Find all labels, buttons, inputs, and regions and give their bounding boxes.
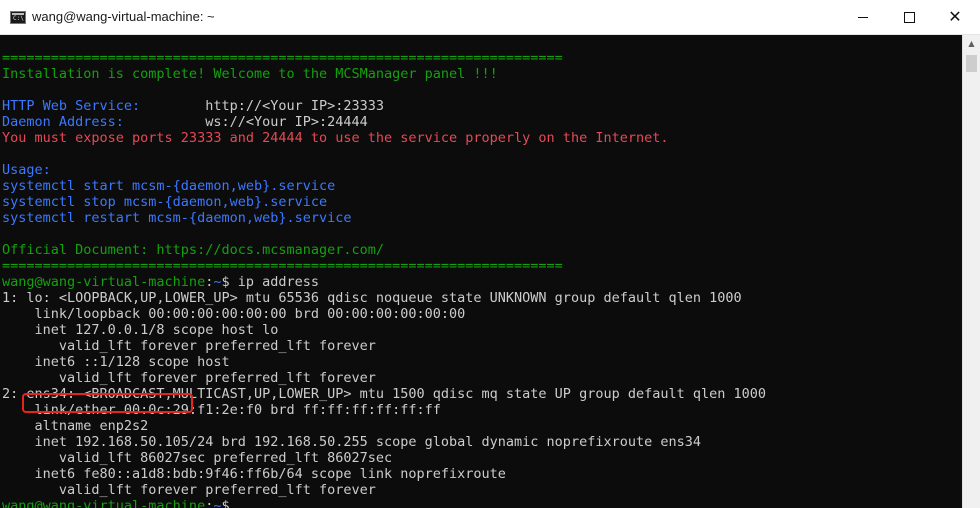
- terminal-text: inet 192.168.50.105/24 brd 192.168.50.25…: [2, 434, 701, 450]
- terminal-text: inet 127.0.0.1/8 scope host lo: [2, 322, 279, 338]
- terminal-text: ========================================…: [2, 50, 563, 66]
- terminal-text: $ ip address: [221, 274, 320, 290]
- terminal-text: systemctl start mcsm-{daemon,web}.servic…: [2, 178, 336, 194]
- terminal-line: inet 127.0.0.1/8 scope host lo: [2, 322, 766, 338]
- terminal-text: 1: lo: <LOOPBACK,UP,LOWER_UP> mtu 65536 …: [2, 290, 742, 306]
- minimize-button[interactable]: [840, 0, 886, 34]
- terminal-line: HTTP Web Service: http://<Your IP>:23333: [2, 98, 766, 114]
- console-icon: [10, 11, 26, 24]
- vertical-scrollbar[interactable]: ▲: [962, 35, 980, 508]
- window-title: wang@wang-virtual-machine: ~: [32, 9, 215, 24]
- terminal-line: Usage:: [2, 162, 766, 178]
- terminal-line: Daemon Address: ws://<Your IP>:24444: [2, 114, 766, 130]
- terminal-line: Official Document: https://docs.mcsmanag…: [2, 242, 766, 258]
- minimize-icon: [858, 16, 868, 18]
- terminal-text: $: [221, 498, 230, 508]
- terminal-line: wang@wang-virtual-machine:~$: [2, 498, 766, 508]
- title-bar[interactable]: wang@wang-virtual-machine: ~ ✕: [0, 0, 980, 35]
- terminal-line: You must expose ports 23333 and 24444 to…: [2, 130, 766, 146]
- terminal-text: valid_lft 86027sec preferred_lft 86027se…: [2, 450, 393, 466]
- close-icon: ✕: [948, 7, 962, 26]
- terminal-line: ========================================…: [2, 258, 766, 274]
- terminal-line: valid_lft forever preferred_lft forever: [2, 482, 766, 498]
- scroll-up-button[interactable]: ▲: [963, 35, 980, 52]
- terminal-line: altname enp2s2: [2, 418, 766, 434]
- terminal-line: valid_lft 86027sec preferred_lft 86027se…: [2, 450, 766, 466]
- ip-address-highlight: [22, 393, 193, 413]
- terminal-window: wang@wang-virtual-machine: ~ ✕ =========…: [0, 0, 980, 508]
- terminal-text: altname enp2s2: [2, 418, 149, 434]
- terminal-text: valid_lft forever preferred_lft forever: [2, 482, 376, 498]
- terminal-line: systemctl start mcsm-{daemon,web}.servic…: [2, 178, 766, 194]
- terminal-text: valid_lft forever preferred_lft forever: [2, 338, 376, 354]
- terminal-line: inet 192.168.50.105/24 brd 192.168.50.25…: [2, 434, 766, 450]
- terminal-line: valid_lft forever preferred_lft forever: [2, 338, 766, 354]
- terminal-line: Installation is complete! Welcome to the…: [2, 66, 766, 82]
- terminal-line: systemctl restart mcsm-{daemon,web}.serv…: [2, 210, 766, 226]
- terminal-text: Installation is complete! Welcome to the…: [2, 66, 498, 82]
- terminal-text: valid_lft forever preferred_lft forever: [2, 370, 376, 386]
- terminal-text: systemctl restart mcsm-{daemon,web}.serv…: [2, 210, 352, 226]
- terminal-text: HTTP Web Service:: [2, 98, 206, 114]
- terminal-text: Usage:: [2, 162, 51, 178]
- terminal-line: ========================================…: [2, 50, 766, 66]
- terminal-text: inet6 ::1/128 scope host: [2, 354, 230, 370]
- terminal-line: inet6 fe80::a1d8:bdb:9f46:ff6b/64 scope …: [2, 466, 766, 482]
- terminal-line: 1: lo: <LOOPBACK,UP,LOWER_UP> mtu 65536 …: [2, 290, 766, 306]
- maximize-button[interactable]: [886, 0, 932, 34]
- terminal-lines: ========================================…: [2, 50, 766, 508]
- terminal-text: link/loopback 00:00:00:00:00:00 brd 00:0…: [2, 306, 466, 322]
- terminal-text: ws://<Your IP>:24444: [205, 114, 368, 130]
- terminal-text: You must expose ports 23333 and 24444 to…: [2, 130, 669, 146]
- maximize-icon: [903, 11, 915, 23]
- terminal-text: wang@wang-virtual-machine: [2, 274, 206, 290]
- terminal-text: http://<Your IP>:23333: [205, 98, 385, 114]
- terminal-output[interactable]: ========================================…: [0, 35, 962, 508]
- terminal-text: systemctl stop mcsm-{daemon,web}.service: [2, 194, 328, 210]
- terminal-line: systemctl stop mcsm-{daemon,web}.service: [2, 194, 766, 210]
- terminal-line: valid_lft forever preferred_lft forever: [2, 370, 766, 386]
- scroll-thumb[interactable]: [966, 55, 977, 72]
- terminal-text: Official Document: https://docs.mcsmanag…: [2, 242, 385, 258]
- close-button[interactable]: ✕: [932, 0, 978, 34]
- chevron-up-icon: ▲: [968, 39, 975, 48]
- terminal-text: Daemon Address:: [2, 114, 206, 130]
- terminal-text: inet6 fe80::a1d8:bdb:9f46:ff6b/64 scope …: [2, 466, 506, 482]
- terminal-line: inet6 ::1/128 scope host: [2, 354, 766, 370]
- terminal-text: ========================================…: [2, 258, 563, 274]
- terminal-line: link/loopback 00:00:00:00:00:00 brd 00:0…: [2, 306, 766, 322]
- terminal-line: wang@wang-virtual-machine:~$ ip address: [2, 274, 766, 290]
- terminal-text: wang@wang-virtual-machine: [2, 498, 206, 508]
